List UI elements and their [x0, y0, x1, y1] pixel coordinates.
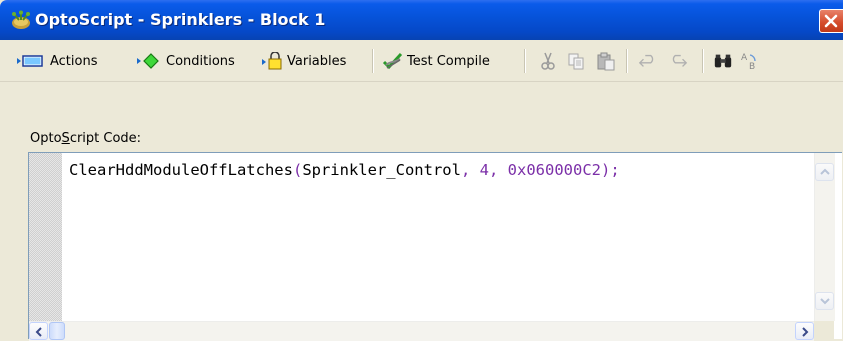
- optoscript-code-label: OptoScript Code:: [30, 131, 141, 146]
- label-prefix: Opto: [30, 131, 62, 146]
- test-compile-button[interactable]: Test Compile: [382, 51, 490, 71]
- arrow-left-icon: [35, 327, 42, 337]
- editor-gutter: [29, 153, 62, 321]
- undo-icon[interactable]: [638, 51, 658, 71]
- toolbar-separator: [702, 49, 704, 73]
- actions-label: Actions: [50, 53, 98, 69]
- horizontal-scrollbar[interactable]: [29, 321, 814, 341]
- arrow-right-icon: [802, 327, 809, 337]
- horizontal-scroll-thumb[interactable]: [49, 322, 65, 340]
- toolbar-separator: [524, 49, 526, 73]
- test-compile-icon: [382, 52, 403, 70]
- actions-button[interactable]: Actions: [17, 51, 98, 71]
- code-arg-3: 0x060000C2: [507, 161, 601, 179]
- code-arg-2: 4: [479, 161, 489, 179]
- label-suffix: cript Code:: [69, 131, 142, 146]
- test-compile-label: Test Compile: [407, 53, 490, 69]
- arrow-up-icon: [820, 168, 830, 175]
- code-comma-2: ,: [488, 161, 499, 179]
- variables-label: Variables: [287, 53, 347, 69]
- vertical-scrollbar[interactable]: [814, 153, 835, 321]
- arrow-down-icon: [820, 298, 830, 305]
- toolbar-separator: [372, 49, 374, 73]
- toolbar: Actions Conditions Variables Test Compil…: [0, 40, 843, 82]
- code-editor[interactable]: ClearHddModuleOffLatches(Sprinkler_Contr…: [28, 152, 842, 341]
- variables-icon: [262, 52, 282, 70]
- scrollbar-corner: [814, 321, 834, 340]
- actions-icon: [17, 55, 43, 67]
- variables-button[interactable]: Variables: [262, 51, 346, 71]
- redo-icon[interactable]: [668, 51, 688, 71]
- scroll-left-button[interactable]: [29, 322, 48, 340]
- title-bar[interactable]: OptoScript - Sprinklers - Block 1: [0, 0, 843, 40]
- close-icon: [824, 14, 838, 28]
- code-close: );: [601, 161, 620, 179]
- scroll-down-button[interactable]: [815, 292, 834, 310]
- paste-icon[interactable]: [596, 51, 616, 71]
- code-open-paren: (: [292, 161, 303, 179]
- conditions-label: Conditions: [166, 53, 235, 69]
- find-binoculars-icon[interactable]: [713, 51, 733, 71]
- code-function: ClearHddModuleOffLatches: [69, 161, 293, 179]
- code-comma-1: ,: [460, 161, 471, 179]
- scroll-up-button[interactable]: [815, 163, 834, 181]
- toolbar-separator: [626, 49, 628, 73]
- optoscript-app-icon: [12, 10, 30, 29]
- code-arg-1: Sprinkler_Control: [302, 161, 461, 179]
- copy-icon[interactable]: [566, 51, 586, 71]
- label-mnemonic: S: [61, 131, 70, 146]
- scroll-right-button[interactable]: [795, 322, 814, 340]
- svg-text:A: A: [741, 53, 748, 63]
- close-button[interactable]: [819, 9, 843, 33]
- window-title: OptoScript - Sprinklers - Block 1: [35, 10, 326, 29]
- conditions-button[interactable]: Conditions: [137, 51, 235, 71]
- conditions-icon: [137, 53, 159, 69]
- find-replace-icon[interactable]: A B: [740, 51, 760, 71]
- code-line[interactable]: ClearHddModuleOffLatches(Sprinkler_Contr…: [69, 161, 620, 179]
- cut-icon[interactable]: [538, 51, 558, 71]
- svg-text:B: B: [749, 62, 755, 71]
